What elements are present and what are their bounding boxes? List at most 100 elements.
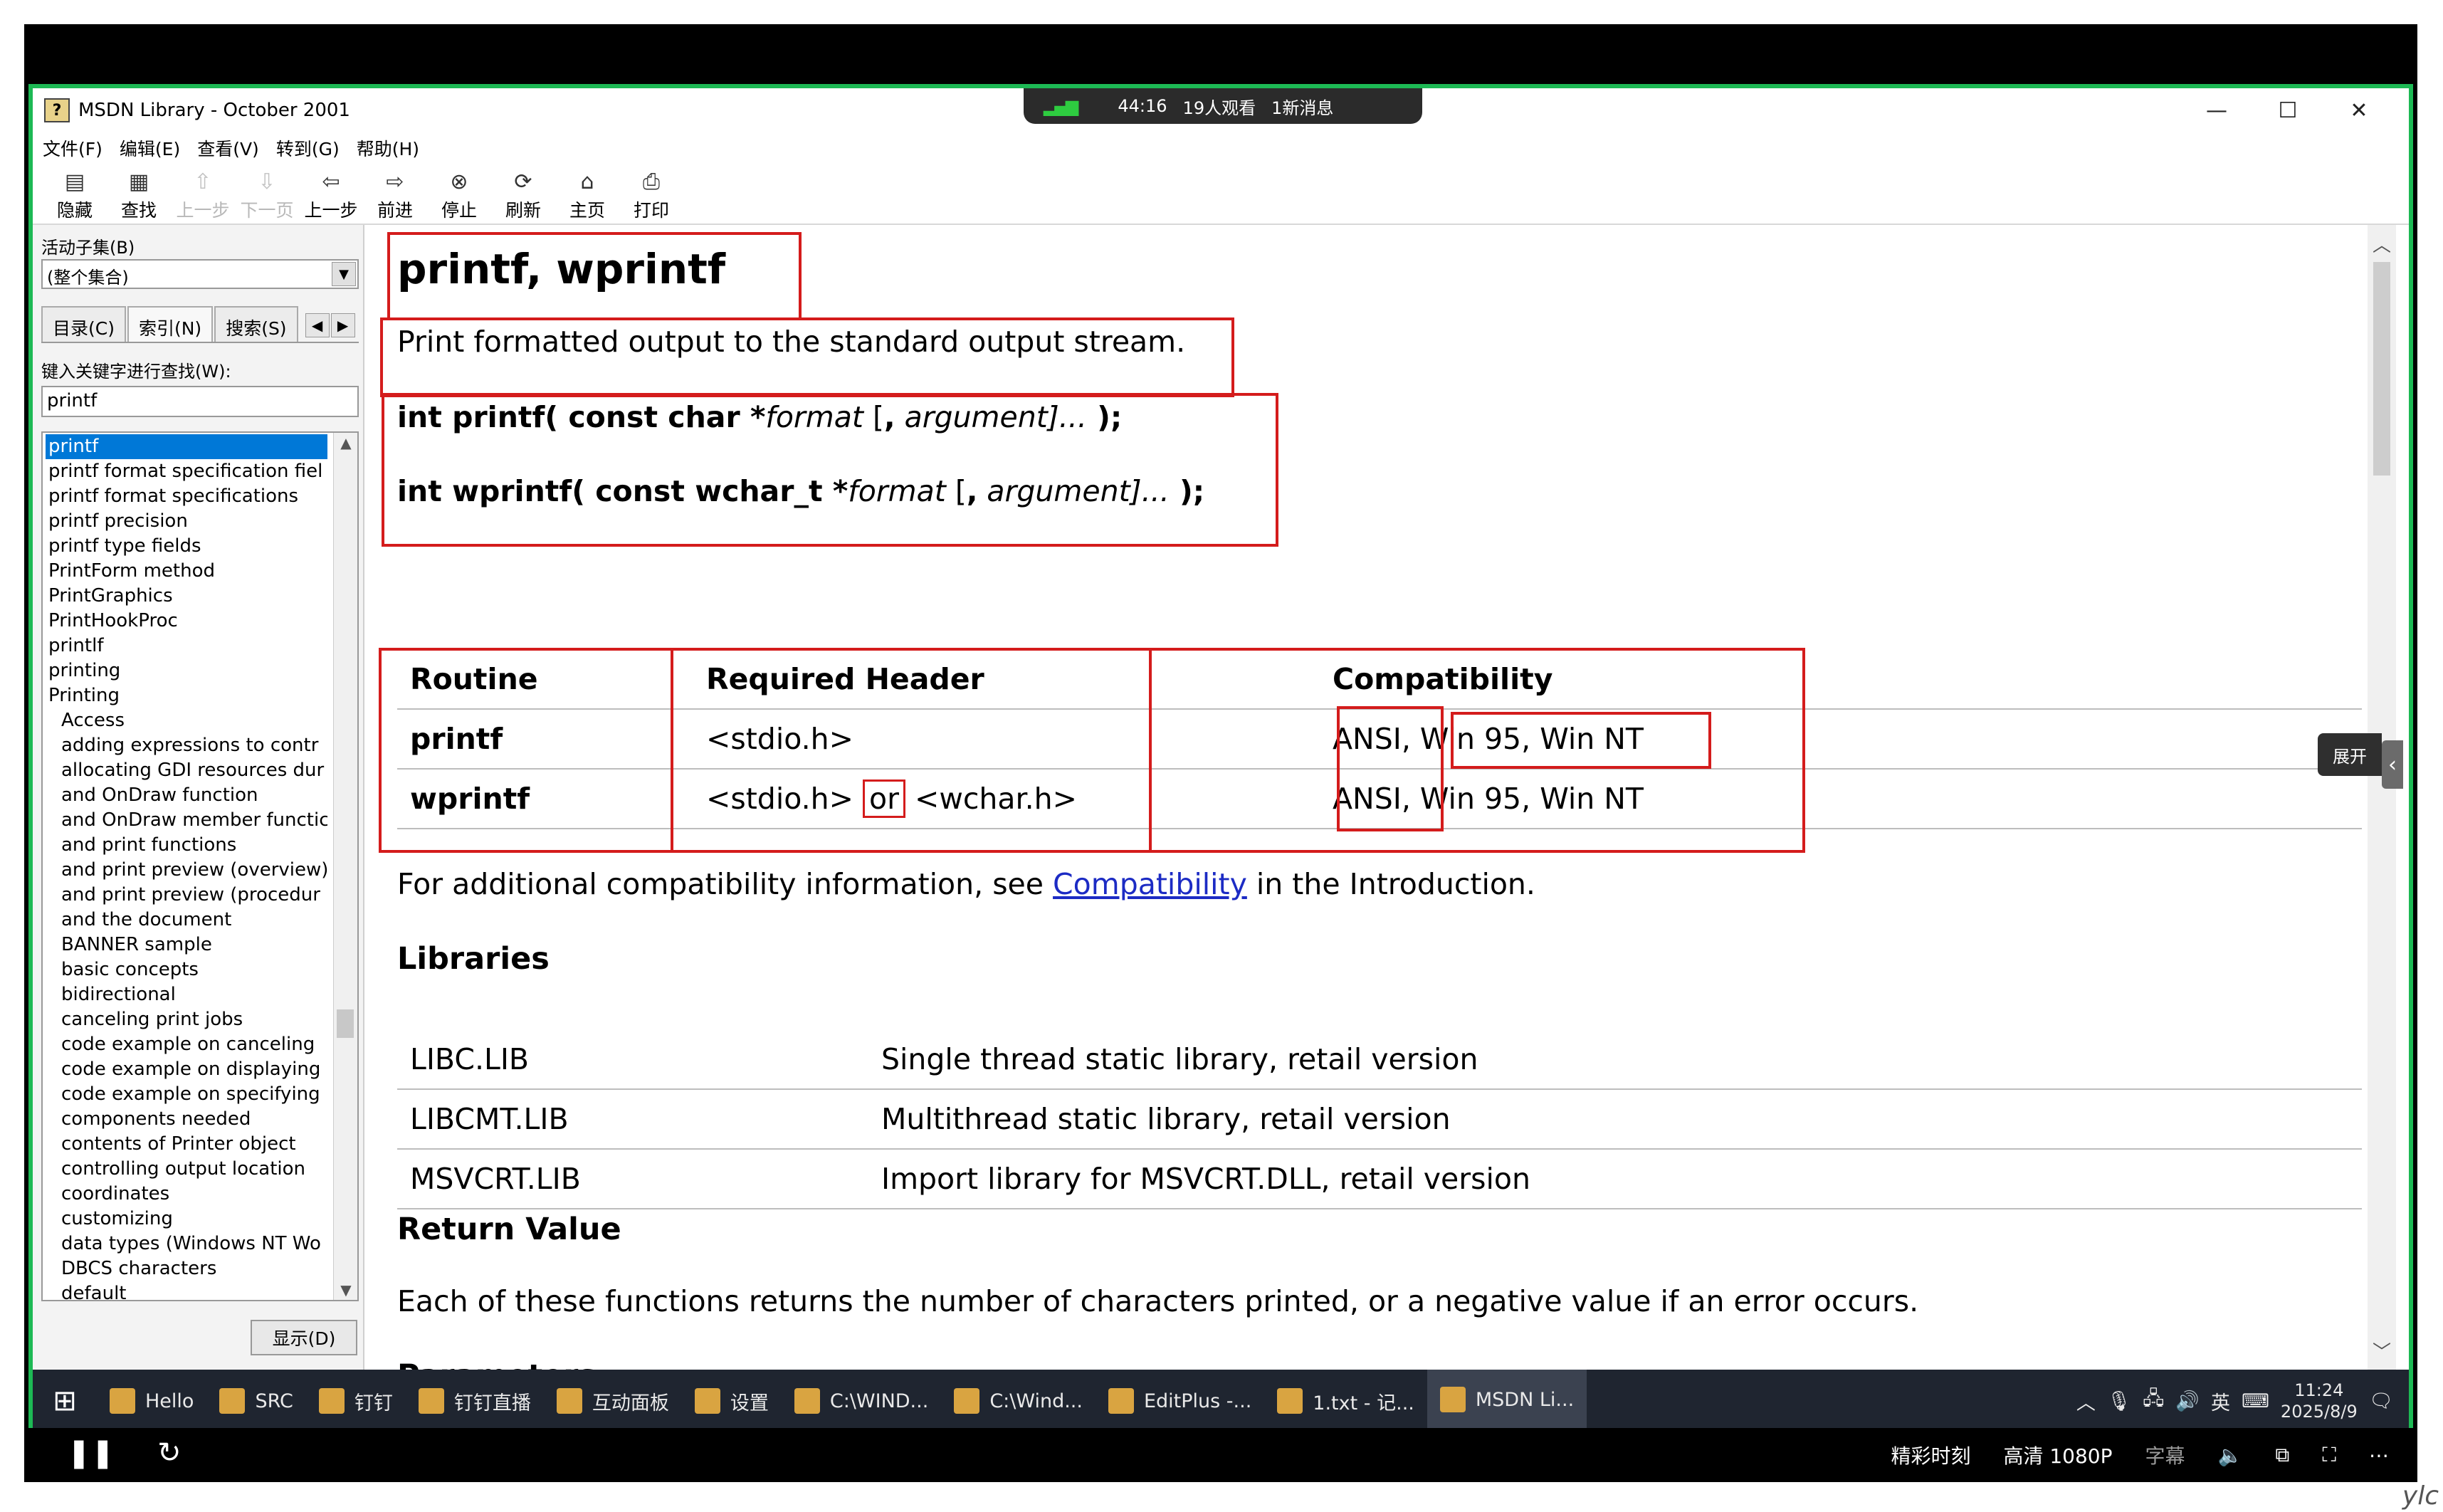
index-scrollbar[interactable]: ▲ ▼ (333, 433, 357, 1300)
list-item[interactable]: components needed (46, 1107, 327, 1132)
back-button[interactable]: ⇦ 上一步 (299, 164, 363, 225)
list-item[interactable]: printf (46, 434, 327, 459)
taskbar-item[interactable]: MSDN Li... (1427, 1370, 1587, 1428)
list-item[interactable]: basic concepts (46, 957, 327, 982)
list-item[interactable]: and print preview (overview) (46, 858, 327, 883)
forward-button[interactable]: ⇨ 前进 (363, 164, 427, 225)
volume-icon[interactable]: 🔈 (2218, 1444, 2243, 1467)
menu-view[interactable]: 查看(V) (197, 135, 259, 161)
list-item[interactable]: and OnDraw function (46, 783, 327, 808)
list-item[interactable]: code example on specifying (46, 1082, 327, 1107)
taskbar-item[interactable]: Hello (97, 1370, 206, 1428)
list-item[interactable]: printf type fields (46, 534, 327, 559)
list-item[interactable]: contents of Printer object (46, 1132, 327, 1157)
maximize-icon[interactable]: ☐ (2252, 93, 2323, 128)
chevron-up-icon[interactable]: ︿ (2076, 1387, 2096, 1415)
tab-contents[interactable]: 目录(C) (41, 306, 126, 342)
list-item[interactable]: Printing (46, 683, 327, 708)
list-item[interactable]: and print functions (46, 833, 327, 858)
minimize-icon[interactable]: — (2181, 93, 2252, 128)
highlights-button[interactable]: 精彩时刻 (1891, 1441, 1970, 1469)
microphone-icon[interactable]: 🎙 (2107, 1390, 2131, 1412)
quality-button[interactable]: 高清 1080P (2003, 1441, 2112, 1469)
list-item[interactable]: bidirectional (46, 982, 327, 1007)
refresh-button[interactable]: ⟳ 刷新 (491, 164, 555, 225)
compatibility-link[interactable]: Compatibility (1053, 867, 1247, 901)
network-icon[interactable]: 🖧 (2143, 1385, 2164, 1417)
volume-icon[interactable]: 🔊 (2175, 1390, 2200, 1412)
previous-topic-button[interactable]: ⇧ 上一步 (171, 164, 235, 225)
list-item[interactable]: customizing (46, 1207, 327, 1232)
taskbar-item[interactable]: C:\Wind... (941, 1370, 1096, 1428)
taskbar-item[interactable]: 互动面板 (544, 1370, 682, 1428)
scroll-thumb[interactable] (2373, 262, 2390, 476)
list-item[interactable]: code example on canceling (46, 1032, 327, 1057)
taskbar-item[interactable]: C:\WIND... (782, 1370, 941, 1428)
stop-button[interactable]: ⊗ 停止 (427, 164, 491, 225)
print-button[interactable]: ⎙ 打印 (619, 164, 683, 225)
taskbar-item[interactable]: EditPlus -... (1096, 1370, 1264, 1428)
list-item[interactable]: DBCS characters (46, 1256, 327, 1281)
hide-button[interactable]: ▤ 隐藏 (43, 164, 107, 225)
search-button[interactable]: ▦ 查找 (107, 164, 171, 225)
list-item[interactable]: Access (46, 708, 327, 733)
tab-scroll-right-icon[interactable]: ▶ (330, 313, 355, 337)
list-item[interactable]: and the document (46, 908, 327, 933)
windows-start-icon[interactable]: ⊞ (33, 1370, 97, 1428)
pause-icon[interactable]: ❚❚ (67, 1437, 115, 1469)
live-messages[interactable]: 1新消息 (1271, 94, 1333, 119)
list-item[interactable]: printf format specification fiel (46, 459, 327, 484)
menu-file[interactable]: 文件(F) (43, 135, 103, 161)
menu-edit[interactable]: 编辑(E) (120, 135, 180, 161)
list-item[interactable]: code example on displaying (46, 1057, 327, 1082)
list-item[interactable]: printlf (46, 634, 327, 658)
keyboard-icon[interactable]: ⌨ (2242, 1390, 2269, 1412)
scroll-up-icon[interactable]: ︿ (2368, 231, 2396, 257)
subtitle-button[interactable]: 字幕 (2145, 1441, 2185, 1469)
list-item[interactable]: coordinates (46, 1182, 327, 1207)
list-item[interactable]: controlling output location (46, 1157, 327, 1182)
menu-goto[interactable]: 转到(G) (276, 135, 340, 161)
reload-icon[interactable]: ↻ (157, 1437, 182, 1469)
list-item[interactable]: printing (46, 658, 327, 683)
active-subset-select[interactable]: (整个集合) ▼ (41, 259, 359, 289)
taskbar-item[interactable]: SRC (206, 1370, 305, 1428)
display-button[interactable]: 显示(D) (251, 1320, 357, 1355)
taskbar-item[interactable]: 设置 (682, 1370, 782, 1428)
next-topic-button[interactable]: ⇩ 下一页 (235, 164, 299, 225)
expand-button[interactable]: 展开 (2318, 733, 2382, 776)
scroll-down-icon[interactable]: ▼ (334, 1281, 357, 1298)
notifications-icon[interactable]: 🗨 (2369, 1390, 2393, 1412)
keyword-input[interactable]: printf (41, 386, 359, 417)
taskbar-item[interactable]: 钉钉直播 (406, 1370, 544, 1428)
picture-in-picture-icon[interactable]: ⧉ (2275, 1443, 2289, 1467)
scroll-down-icon[interactable]: ﹀ (2368, 1338, 2396, 1364)
tab-index[interactable]: 索引(N) (127, 306, 214, 342)
chevron-down-icon[interactable]: ▼ (332, 262, 356, 286)
list-item[interactable]: data types (Windows NT Wo (46, 1232, 327, 1256)
list-item[interactable]: adding expressions to contr (46, 733, 327, 758)
list-item[interactable]: default (46, 1281, 327, 1300)
taskbar-item[interactable]: 钉钉 (306, 1370, 406, 1428)
clock[interactable]: 11:24 2025/8/9 (2281, 1380, 2358, 1422)
content-scrollbar[interactable]: ︿ ﹀ (2368, 225, 2396, 1370)
scroll-thumb[interactable] (337, 1009, 354, 1038)
taskbar-item[interactable]: 1.txt - 记... (1264, 1370, 1427, 1428)
list-item[interactable]: PrintForm method (46, 559, 327, 584)
ime-indicator[interactable]: 英 (2211, 1387, 2230, 1415)
home-button[interactable]: ⌂ 主页 (555, 164, 619, 225)
list-item[interactable]: printf precision (46, 509, 327, 534)
list-item[interactable]: BANNER sample (46, 933, 327, 957)
list-item[interactable]: and print preview (procedur (46, 883, 327, 908)
list-item[interactable]: canceling print jobs (46, 1007, 327, 1032)
list-item[interactable]: PrintHookProc (46, 609, 327, 634)
tab-scroll-left-icon[interactable]: ◀ (305, 313, 330, 337)
more-icon[interactable]: ⋯ (2369, 1444, 2389, 1467)
list-item[interactable]: allocating GDI resources dur (46, 758, 327, 783)
scroll-up-icon[interactable]: ▲ (334, 434, 357, 451)
index-list[interactable]: printf printf format specification fiel pr… (41, 431, 359, 1301)
tab-search[interactable]: 搜索(S) (214, 306, 298, 342)
list-item[interactable]: printf format specifications (46, 484, 327, 509)
menu-help[interactable]: 帮助(H) (357, 135, 419, 161)
fullscreen-icon[interactable]: ⛶ (2322, 1443, 2336, 1467)
